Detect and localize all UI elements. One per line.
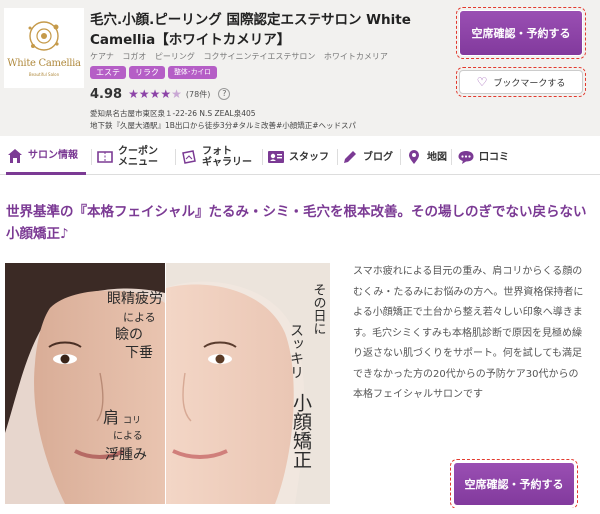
- category-tag: エステ: [90, 66, 126, 79]
- category-tags: エステ リラク 整体･カイロ: [90, 66, 217, 79]
- tab-label: サロン情報: [28, 150, 78, 161]
- star-icon: ★: [171, 87, 182, 101]
- tab-divider: [337, 149, 338, 165]
- hero-caption: スッキリ: [288, 323, 304, 379]
- hero-caption: 小顔矯正: [290, 393, 312, 469]
- hero-caption: 下垂: [125, 345, 153, 361]
- staff-icon: [267, 148, 285, 166]
- category-tag: 整体･カイロ: [168, 66, 217, 79]
- star-icon: ★: [138, 87, 150, 101]
- photo-icon: [180, 148, 198, 166]
- hero-caption: その日に: [311, 283, 326, 335]
- tab-label: ブログ: [363, 151, 393, 163]
- bookmark-label: ブックマークする: [493, 78, 566, 89]
- tab-divider: [262, 149, 263, 165]
- salon-kana-keywords: ケアナ コガオ ピーリング コクサイニンテイエステサロン ホワイトカメリア: [90, 52, 388, 61]
- hero-caption: 肩: [103, 408, 119, 427]
- tab-map[interactable]: 地図: [405, 139, 451, 175]
- rating-row: 4.98 ★ ★ ★ ★ ★ (78件) ?: [90, 86, 231, 102]
- tab-divider: [400, 149, 401, 165]
- review-count-link[interactable]: (78件): [186, 89, 210, 100]
- map-pin-icon: [405, 148, 423, 166]
- category-tag: リラク: [129, 66, 165, 79]
- tab-photo-gallery[interactable]: フォト ギャラリー: [180, 139, 262, 175]
- star-icon: ★: [160, 87, 172, 101]
- logo-subtext: Beautiful Salon: [28, 72, 60, 77]
- hero-caption: 眼精疲労: [107, 290, 163, 307]
- salon-logo: White Camellia Beautiful Salon: [4, 8, 84, 88]
- catch-copy-headline: 世界基準の『本格フェイシャル』たるみ・シミ・毛穴を根本改善。その場しのぎでない戻…: [6, 204, 587, 242]
- tab-divider: [91, 149, 92, 165]
- tab-reviews[interactable]: 口コミ: [457, 139, 517, 175]
- bookmark-button[interactable]: ♡ ブックマークする: [456, 67, 586, 97]
- reserve-button-bottom[interactable]: 空席確認・予約する: [450, 459, 578, 509]
- salon-description: スマホ疲れによる目元の重み、肩コリからくる顔のむくみ・たるみにお悩みの方へ。世界…: [353, 266, 584, 400]
- reserve-button-top[interactable]: 空席確認・予約する: [456, 7, 586, 59]
- chat-bubble-icon: [457, 148, 475, 166]
- hero-caption: 瞼の: [115, 327, 143, 343]
- heart-icon: ♡: [476, 75, 488, 89]
- logo-text: White Camellia: [7, 58, 81, 69]
- hero-image: 眼精疲労 による 瞼の 下垂 肩 コリ による 浮腫み その日に スッキリ 小顔…: [5, 263, 330, 504]
- hero-caption: 浮腫み: [105, 447, 147, 463]
- coupon-icon: [96, 148, 114, 166]
- before-after-face-photo: 眼精疲労 による 瞼の 下垂 肩 コリ による 浮腫み その日に スッキリ 小顔…: [5, 263, 330, 504]
- rating-value: 4.98: [90, 86, 123, 102]
- home-icon: [6, 147, 24, 165]
- salon-nav-tabs: サロン情報 クーポン メニュー フォト ギャラリー スタッフ ブログ 地図 口コ…: [0, 139, 600, 175]
- tab-salon-info[interactable]: サロン情報: [6, 139, 86, 175]
- hero-caption: による: [123, 311, 156, 324]
- pencil-icon: [341, 148, 359, 166]
- tab-staff[interactable]: スタッフ: [267, 139, 337, 175]
- tab-divider: [175, 149, 176, 165]
- hero-caption: コリ: [123, 416, 141, 426]
- help-icon[interactable]: ?: [218, 88, 231, 100]
- salon-address: 愛知県名古屋市東区泉１-22-26 N.S ZEAL泉405: [90, 109, 256, 118]
- tab-label: 地図: [427, 151, 447, 163]
- salon-access: 地下鉄『久屋大通駅』1B出口から徒歩3分#タルミ改善#小顔矯正#ヘッドスパ: [90, 121, 357, 130]
- tab-label: クーポン メニュー: [118, 146, 158, 168]
- tab-label: 口コミ: [479, 151, 509, 163]
- star-icon: ★: [149, 87, 161, 101]
- tab-divider: [451, 149, 452, 165]
- salon-header: White Camellia Beautiful Salon 毛穴.小顔.ピーリ…: [0, 0, 600, 136]
- hero-caption: による: [113, 430, 143, 442]
- bottom-strip: [0, 508, 600, 514]
- tab-coupon-menu[interactable]: クーポン メニュー: [96, 139, 176, 175]
- salon-title: 毛穴.小顔.ピーリング 国際認定エステサロン White Camellia【ホワ…: [90, 12, 411, 48]
- tab-blog[interactable]: ブログ: [341, 139, 399, 175]
- tab-label: スタッフ: [289, 151, 329, 163]
- star-icon: ★: [128, 87, 139, 101]
- tab-label: フォト ギャラリー: [202, 146, 252, 168]
